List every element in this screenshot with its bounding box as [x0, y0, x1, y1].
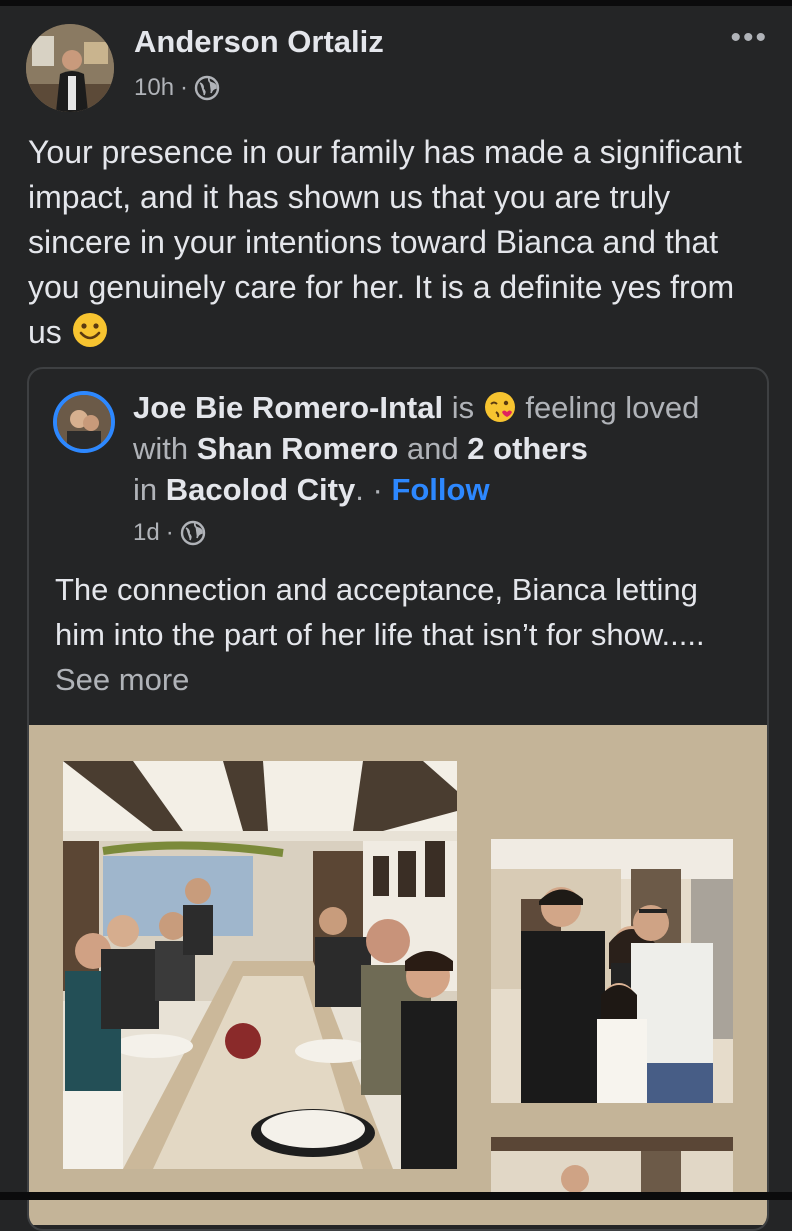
others-link[interactable]: 2 others: [467, 431, 588, 466]
shared-author-name[interactable]: Joe Bie Romero-Intal: [133, 390, 443, 425]
face-blowing-kiss-icon: [484, 392, 515, 422]
shared-header: Joe Bie Romero-Intal is feeling loved wi…: [133, 387, 753, 510]
is-text: is: [451, 390, 475, 425]
more-options-button[interactable]: •••: [730, 23, 768, 53]
tagged-person-link[interactable]: Shan Romero: [197, 431, 399, 466]
location-link[interactable]: Bacolod City: [166, 472, 355, 507]
smiling-face-icon: [72, 313, 107, 347]
period: .: [355, 472, 364, 507]
follow-separator: ·: [372, 472, 383, 507]
third-photo-preview[interactable]: [491, 1137, 733, 1197]
globe-icon[interactable]: [180, 520, 206, 546]
shared-text-body: The connection and acceptance, Bianca le…: [55, 572, 705, 652]
shared-meta: 1d ·: [133, 519, 206, 547]
post-time[interactable]: 10h: [134, 74, 174, 102]
shared-author-avatar[interactable]: [53, 391, 115, 453]
caption-text: Your presence in our family has made a s…: [28, 134, 742, 350]
bottom-edge: [0, 1192, 792, 1200]
follow-link[interactable]: Follow: [391, 472, 489, 507]
globe-icon[interactable]: [194, 75, 220, 101]
author-avatar[interactable]: [26, 24, 114, 112]
post-meta: 10h ·: [134, 74, 220, 102]
family-photo[interactable]: [491, 839, 733, 1103]
post-caption: Your presence in our family has made a s…: [28, 130, 773, 355]
shared-time[interactable]: 1d: [133, 519, 160, 547]
author-name[interactable]: Anderson Ortaliz: [134, 24, 384, 60]
see-more-link[interactable]: See more: [55, 662, 189, 697]
and-text: and: [406, 431, 459, 466]
shared-post-text: The connection and acceptance, Bianca le…: [55, 567, 745, 702]
shared-post-card[interactable]: Joe Bie Romero-Intal is feeling loved wi…: [27, 367, 769, 1231]
top-edge: [0, 0, 792, 6]
dinner-photo[interactable]: [63, 761, 457, 1169]
photo-collage: [29, 725, 767, 1225]
in-text: in: [133, 472, 158, 507]
shared-meta-separator: ·: [165, 519, 174, 546]
meta-separator: ·: [180, 74, 189, 101]
